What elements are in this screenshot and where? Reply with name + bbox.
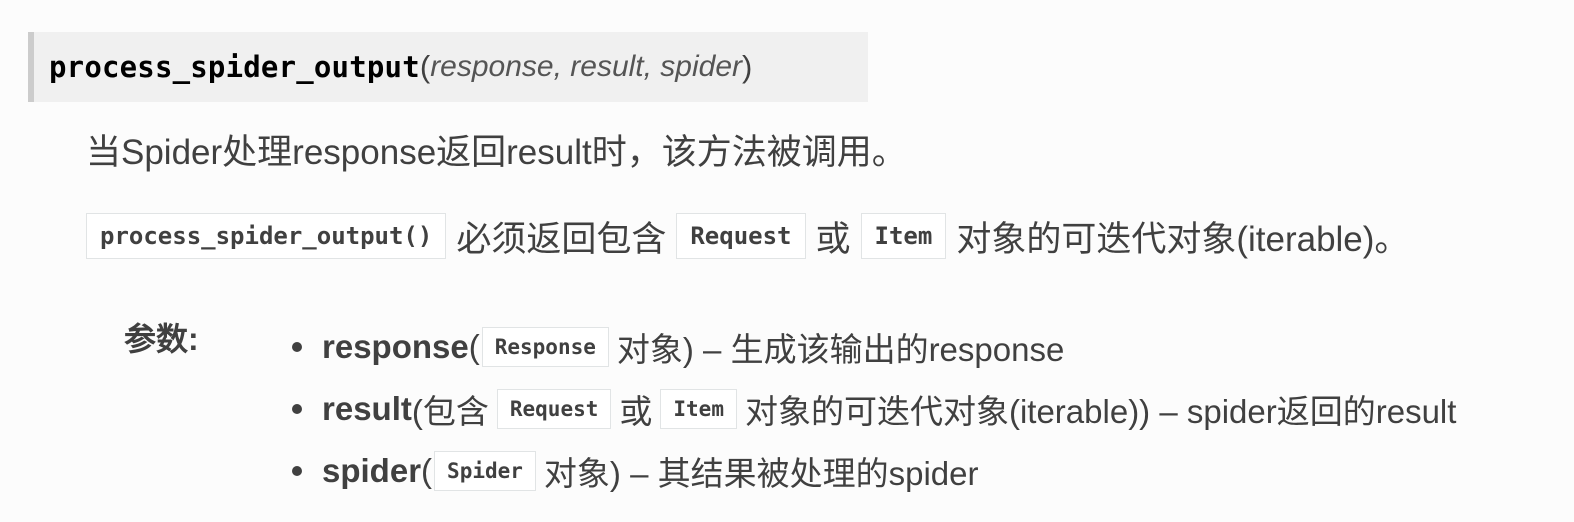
description-text: 或 [815, 219, 851, 259]
description-line-2: process_spider_output() 必须返回包含 Request 或… [86, 210, 1409, 262]
bullet-icon [292, 342, 302, 352]
parameter-name: spider [322, 452, 422, 489]
bullet-icon [292, 466, 302, 476]
method-name: process_spider_output [49, 50, 420, 84]
parameter-text: 或 [619, 393, 653, 430]
parameter-name: result [322, 390, 412, 427]
parameter-text: (包含 [411, 393, 489, 430]
inline-code-response: Response [481, 327, 609, 367]
inline-code-spider: Spider [434, 451, 536, 491]
description-text: 必须返回包含 [456, 219, 667, 259]
method-signature: process_spider_output(response, result, … [28, 32, 868, 102]
signature-open-paren: ( [419, 49, 431, 84]
inline-code-request: Request [496, 389, 612, 429]
parameter-text: ( [468, 328, 480, 365]
inline-code-method: process_spider_output() [86, 213, 447, 259]
inline-code-item: Item [860, 213, 947, 259]
parameter-text: ( [421, 452, 433, 489]
parameter-description: 对象的可迭代对象(iterable)) – spider返回的result [744, 393, 1457, 430]
parameter-name: response [322, 328, 469, 365]
inline-code-request: Request [676, 213, 806, 259]
signature-params: response, result, spider [430, 50, 743, 83]
parameter-description: 对象) – 生成该输出的response [616, 331, 1065, 368]
parameter-item-spider: spider ( Spider 对象) – 其结果被处理的spider [290, 440, 1456, 502]
inline-code-item: Item [660, 389, 737, 429]
bullet-icon [292, 404, 302, 414]
parameter-list: response ( Response 对象) – 生成该输出的response… [290, 316, 1456, 502]
description-text: 对象的可迭代对象(iterable)。 [956, 219, 1410, 259]
signature-close-paren: ) [742, 49, 753, 84]
parameter-item-response: response ( Response 对象) – 生成该输出的response [290, 316, 1456, 378]
parameter-item-result: result (包含 Request 或 Item 对象的可迭代对象(itera… [290, 378, 1456, 440]
parameter-description: 对象) – 其结果被处理的spider [543, 455, 979, 492]
parameters-label: 参数: [124, 321, 199, 357]
description-line-1: 当Spider处理response返回result时，该方法被调用。 [86, 132, 907, 172]
